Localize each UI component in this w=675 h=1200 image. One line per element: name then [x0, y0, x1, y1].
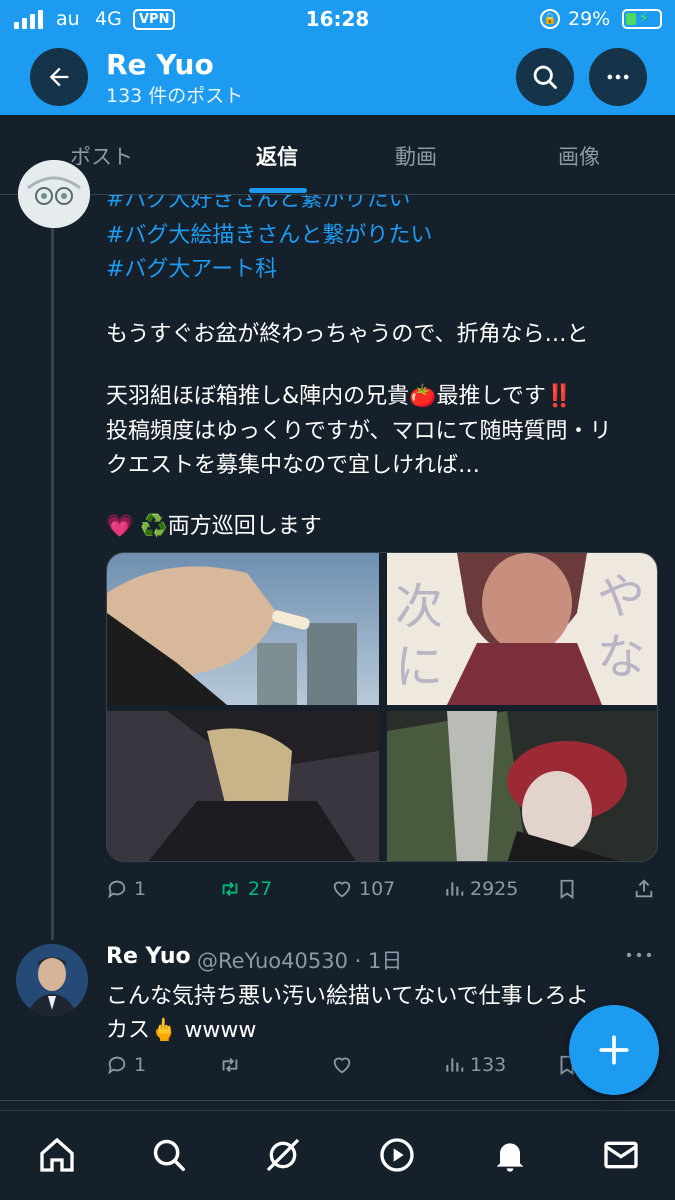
profile-name: Re Yuo: [106, 48, 214, 81]
tab-images[interactable]: 画像: [558, 141, 600, 171]
back-arrow-icon: [49, 67, 69, 87]
views-button[interactable]: 133: [444, 1054, 506, 1076]
profile-tabs: ポスト 返信 動画 画像: [0, 115, 675, 195]
hashtag-link[interactable]: #バグ大好きさんと繋がりたい: [106, 195, 410, 213]
nav-explore[interactable]: [147, 1133, 191, 1177]
nav-notifications[interactable]: [488, 1133, 532, 1177]
reply-icon: [108, 880, 126, 899]
views-icon: [446, 1058, 464, 1072]
reply-text: カス🖕 wwww: [106, 1018, 257, 1043]
more-icon: [607, 74, 629, 80]
svg-text:や: や: [597, 569, 645, 625]
post-actions: 1 27 107 2925: [0, 878, 675, 908]
reply-author-handle[interactable]: @ReYuo40530 · 1日: [197, 945, 402, 975]
media-image[interactable]: 次 に や な: [387, 553, 657, 705]
divider: [0, 1100, 675, 1101]
share-button[interactable]: [633, 878, 655, 900]
active-tab-indicator: [249, 188, 307, 193]
back-button[interactable]: [30, 48, 88, 106]
like-count: 107: [359, 878, 396, 900]
reply-author-name[interactable]: Re Yuo: [106, 944, 191, 969]
nav-messages[interactable]: [599, 1133, 643, 1177]
reply-text: こんな気持ち悪い汚い絵描いてないで仕事しろよ: [106, 984, 589, 1009]
nav-home[interactable]: [35, 1133, 79, 1177]
tab-videos[interactable]: 動画: [395, 141, 437, 171]
svg-text:な: な: [597, 629, 645, 685]
media-image[interactable]: [107, 553, 379, 705]
post-text: もうすぐお盆が終わっちゃうので、折角なら…と: [106, 322, 589, 347]
search-icon: [153, 1139, 185, 1171]
compose-button[interactable]: [569, 1005, 659, 1095]
bell-icon: [496, 1143, 524, 1172]
more-button[interactable]: [589, 48, 647, 106]
heart-icon: [333, 1057, 351, 1074]
views-button[interactable]: 2925: [444, 878, 518, 900]
bookmark-icon: [560, 879, 574, 899]
nav-video[interactable]: [375, 1133, 419, 1177]
plus-icon: [599, 1035, 629, 1065]
rotation-lock-icon: 🔒: [540, 9, 560, 29]
avatar[interactable]: [18, 160, 90, 228]
retweet-count: 27: [248, 878, 273, 900]
home-icon: [40, 1137, 74, 1172]
retweet-button[interactable]: 27: [218, 878, 272, 900]
search-button[interactable]: [516, 48, 574, 106]
media-image[interactable]: [387, 711, 657, 861]
hashtag-link[interactable]: #バグ大絵描きさんと繋がりたい: [106, 217, 432, 249]
views-icon: [446, 882, 464, 896]
battery-icon: ⚡: [622, 8, 662, 29]
post-count: 133 件のポスト: [106, 85, 244, 107]
reply-count: 1: [134, 1054, 147, 1076]
tab-replies[interactable]: 返信: [256, 141, 298, 171]
reply-button[interactable]: 1: [106, 1054, 146, 1076]
play-icon: [380, 1138, 414, 1172]
battery-percent: 29%: [568, 8, 611, 30]
hashtag-link[interactable]: #バグ大アート科: [106, 251, 277, 283]
clipped-hashtag-row: #バグ大好きさんと繋がりたい: [0, 195, 675, 215]
search-icon: [533, 65, 557, 89]
like-button[interactable]: [331, 1054, 353, 1076]
media-grid[interactable]: 次 に や な: [106, 552, 658, 862]
retweet-button[interactable]: [218, 1054, 242, 1076]
share-icon: [635, 879, 653, 898]
more-icon: [626, 952, 652, 958]
mail-icon: [604, 1141, 638, 1169]
post-text: 天羽組ほぼ箱推し&陣内の兄貴🍅最推しです‼️: [106, 384, 574, 409]
status-bar: au 4G VPN 16:28 🔒 29% ⚡: [0, 0, 675, 38]
grok-icon: [266, 1138, 300, 1172]
views-count: 2925: [470, 878, 519, 900]
post-more-button[interactable]: [624, 944, 654, 972]
bookmark-button[interactable]: [556, 878, 578, 900]
tab-posts[interactable]: ポスト: [70, 141, 133, 171]
post-text: 投稿頻度はゆっくりですが、マロにて随時質問・リ: [106, 419, 612, 444]
post-text: クエストを募集中なので宜しければ…: [106, 453, 481, 478]
svg-text:に: に: [395, 639, 443, 695]
reply-icon: [108, 1056, 126, 1075]
avatar[interactable]: [16, 944, 88, 1016]
svg-text:次: 次: [395, 579, 443, 635]
bottom-nav: [0, 1110, 675, 1200]
retweet-icon: [222, 1057, 238, 1073]
reply-button[interactable]: 1: [106, 878, 146, 900]
post-text: 💗 ♻️両方巡回します: [106, 514, 322, 539]
nav-grok[interactable]: [261, 1133, 305, 1177]
heart-icon: [333, 881, 351, 898]
thread-line: [51, 228, 54, 940]
retweet-icon: [222, 881, 238, 897]
like-button[interactable]: 107: [331, 878, 395, 900]
media-image[interactable]: [107, 711, 379, 861]
reply-count: 1: [134, 878, 147, 900]
views-count: 133: [470, 1054, 507, 1076]
